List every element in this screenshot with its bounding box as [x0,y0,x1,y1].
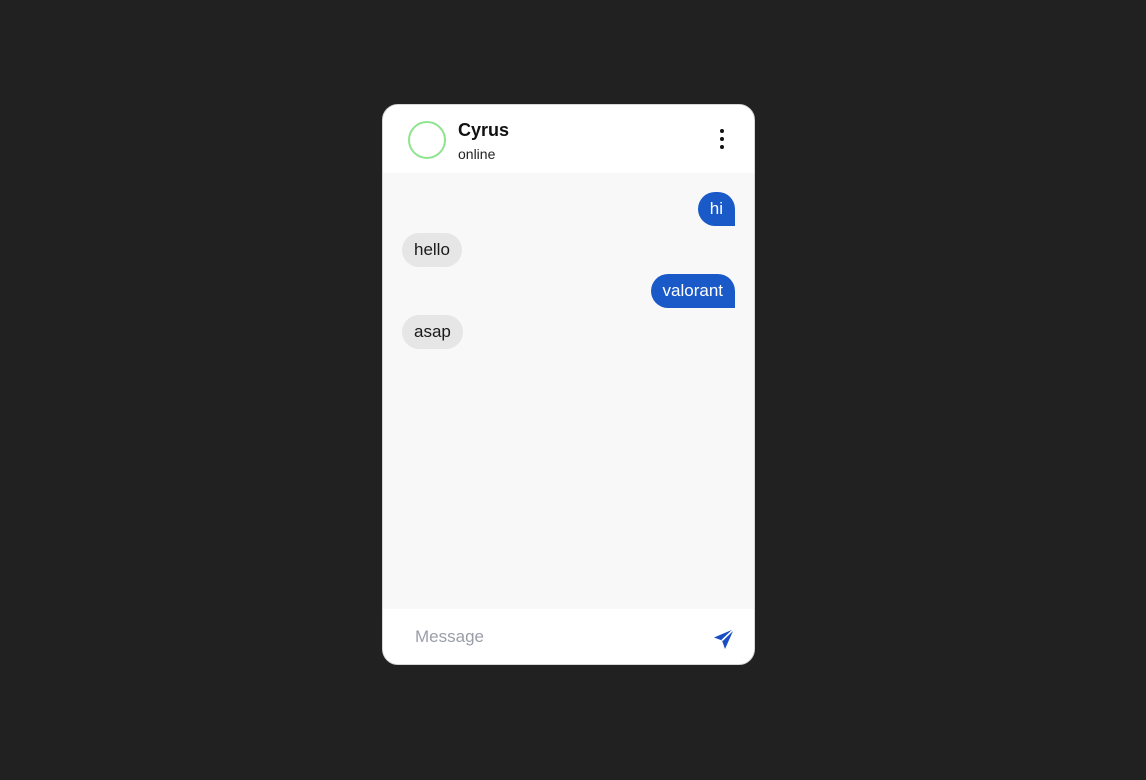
send-button[interactable] [712,627,736,651]
chat-window: Cyrus online hi hello valorant asap [382,104,755,665]
contact-name: Cyrus [458,120,510,140]
message-bubble-incoming: asap [402,315,463,349]
message-bubble-outgoing: valorant [650,274,735,308]
message-list[interactable]: hi hello valorant asap [383,173,754,609]
more-options-button[interactable] [716,129,728,149]
message-input[interactable] [403,623,693,651]
message-bubble-outgoing: hi [697,192,735,226]
message-composer [383,609,754,664]
message-bubble-incoming: hello [402,233,462,267]
avatar[interactable] [408,121,446,159]
contact-status: online [458,146,496,162]
chat-header: Cyrus online [383,105,754,173]
send-icon [714,628,735,649]
